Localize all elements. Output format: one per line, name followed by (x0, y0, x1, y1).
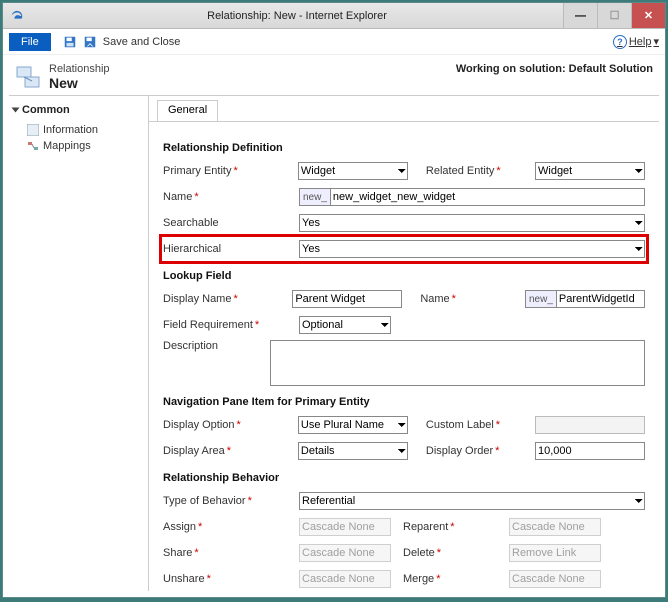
toolbar: File Save and Close ? Help ▾ (3, 29, 665, 55)
tab-row: General (149, 100, 659, 122)
label-display-option: Display Option* (163, 419, 292, 431)
info-icon (27, 124, 39, 136)
lookup-name-prefix: new_ (525, 290, 556, 308)
caret-icon (12, 108, 20, 113)
form-inner: Relationship Definition Primary Entity* … (149, 122, 659, 591)
section-nav-pane: Navigation Pane Item for Primary Entity (163, 396, 645, 408)
field-requirement-select[interactable]: Optional (299, 316, 391, 334)
header-text: Relationship New (49, 63, 110, 91)
help-menu[interactable]: ? Help ▾ (613, 35, 659, 49)
label-delete: Delete* (403, 547, 503, 559)
save-close-icon[interactable] (83, 35, 97, 49)
related-entity-select[interactable]: Widget (535, 162, 645, 180)
content-area: General Relationship Definition Primary … (149, 96, 659, 591)
label-display-order: Display Order* (426, 445, 529, 457)
sidebar-item-mappings[interactable]: Mappings (13, 138, 144, 154)
entity-type-label: Relationship (49, 63, 110, 75)
maximize-button[interactable]: ☐ (597, 3, 631, 28)
window-buttons: — ☐ ✕ (563, 3, 665, 28)
section-lookup-field: Lookup Field (163, 270, 645, 282)
help-icon: ? (613, 35, 627, 49)
window-title: Relationship: New - Internet Explorer (31, 10, 563, 22)
minimize-button[interactable]: — (563, 3, 597, 28)
hierarchical-select[interactable]: Yes (299, 240, 645, 258)
titlebar: Relationship: New - Internet Explorer — … (3, 3, 665, 29)
label-primary-entity: Primary Entity* (163, 165, 292, 177)
label-field-requirement: Field Requirement* (163, 319, 293, 331)
merge-select: Cascade None (509, 570, 601, 588)
name-input[interactable] (330, 188, 645, 206)
display-order-input[interactable] (535, 442, 645, 460)
label-searchable: Searchable (163, 217, 293, 229)
save-icon[interactable] (63, 35, 77, 49)
label-assign: Assign* (163, 521, 293, 533)
close-button[interactable]: ✕ (631, 3, 665, 28)
sidebar-section-common[interactable]: Common (13, 104, 144, 116)
file-menu[interactable]: File (9, 33, 51, 51)
hierarchical-row-highlighted: Hierarchical Yes (163, 238, 645, 260)
relationship-icon (15, 63, 43, 91)
unshare-select: Cascade None (299, 570, 391, 588)
sidebar-item-information[interactable]: Information (13, 122, 144, 138)
delete-select: Remove Link (509, 544, 601, 562)
label-display-area: Display Area* (163, 445, 292, 457)
section-behavior: Relationship Behavior (163, 472, 645, 484)
label-merge: Merge* (403, 573, 503, 585)
share-select: Cascade None (299, 544, 391, 562)
custom-label-input (535, 416, 645, 434)
label-type-behavior: Type of Behavior* (163, 495, 293, 507)
section-relationship-definition: Relationship Definition (163, 142, 645, 154)
tab-general[interactable]: General (157, 100, 218, 121)
lookup-name-input[interactable] (556, 290, 645, 308)
save-close-button[interactable]: Save and Close (103, 36, 181, 48)
label-display-name: Display Name* (163, 293, 286, 305)
solution-label: Working on solution: Default Solution (456, 63, 653, 75)
assign-select: Cascade None (299, 518, 391, 536)
label-custom-label: Custom Label* (426, 419, 529, 431)
app-window: Relationship: New - Internet Explorer — … (2, 2, 666, 598)
record-name: New (49, 75, 110, 91)
label-description: Description (163, 340, 264, 352)
reparent-select: Cascade None (509, 518, 601, 536)
name-prefix: new_ (299, 188, 330, 206)
chevron-down-icon: ▾ (653, 35, 659, 48)
display-name-input[interactable] (292, 290, 402, 308)
type-behavior-select[interactable]: Referential (299, 492, 645, 510)
form-header: Relationship New Working on solution: De… (3, 55, 665, 95)
label-share: Share* (163, 547, 293, 559)
label-hierarchical: Hierarchical (163, 243, 293, 255)
label-unshare: Unshare* (163, 573, 293, 585)
primary-entity-select[interactable]: Widget (298, 162, 408, 180)
description-textarea[interactable] (270, 340, 645, 386)
label-name: Name* (163, 191, 293, 203)
label-lookup-name: Name* (420, 293, 519, 305)
mappings-icon (27, 140, 39, 152)
body: Common Information Mappings General Rela… (9, 95, 659, 591)
sidebar: Common Information Mappings (9, 96, 149, 591)
ie-icon (9, 8, 25, 24)
searchable-select[interactable]: Yes (299, 214, 645, 232)
display-option-select[interactable]: Use Plural Name (298, 416, 408, 434)
label-related-entity: Related Entity* (426, 165, 529, 177)
label-reparent: Reparent* (403, 521, 503, 533)
help-label: Help (629, 36, 652, 48)
display-area-select[interactable]: Details (298, 442, 408, 460)
